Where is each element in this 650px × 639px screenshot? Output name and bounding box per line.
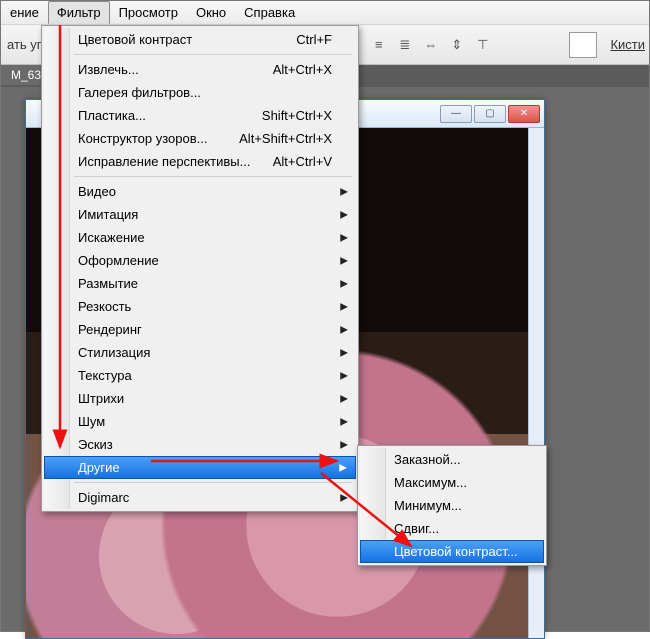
menu-item-label: Искажение [78, 230, 332, 245]
align-top-icon[interactable]: ⊤ [472, 34, 494, 56]
menu-item-shortcut: Alt+Ctrl+X [273, 62, 332, 77]
menu-item-label: Рендеринг [78, 322, 332, 337]
submenu-item-label: Максимум... [394, 475, 530, 490]
distribute-h-icon[interactable]: ⇔ [420, 34, 442, 56]
menu-item-label: Штрихи [78, 391, 332, 406]
menu-separator [74, 482, 352, 483]
menu-item-резкость[interactable]: Резкость ▶ [44, 295, 356, 318]
menu-item-label: Оформление [78, 253, 332, 268]
submenu-arrow-icon: ▶ [339, 462, 347, 473]
menu-item-эскиз[interactable]: Эскиз ▶ [44, 433, 356, 456]
toolbar-truncated-label: ать уп [7, 37, 44, 52]
submenu-item-label: Минимум... [394, 498, 530, 513]
submenu-arrow-icon: ▶ [340, 416, 348, 427]
menubar: ениеФильтрПросмотрОкноСправка [1, 1, 649, 25]
menu-item-искажение[interactable]: Искажение ▶ [44, 226, 356, 249]
distribute-v-icon[interactable]: ⇕ [446, 34, 468, 56]
submenu-item-максимум-[interactable]: Максимум... [360, 471, 544, 494]
menu-item-label: Эскиз [78, 437, 332, 452]
maximize-button[interactable]: ▢ [474, 105, 506, 123]
menu-item-label: Шум [78, 414, 332, 429]
submenu-arrow-icon: ▶ [340, 439, 348, 450]
submenu-arrow-icon: ▶ [340, 347, 348, 358]
menu-item-label: Резкость [78, 299, 332, 314]
menu-item-shortcut: Ctrl+F [296, 32, 332, 47]
menu-item-галерея-фильтров-[interactable]: Галерея фильтров... [44, 81, 356, 104]
submenu-item-цветовой-контраст-[interactable]: Цветовой контраст... [360, 540, 544, 563]
menu-ение[interactable]: ение [1, 1, 48, 24]
submenu-item-заказной-[interactable]: Заказной... [360, 448, 544, 471]
menu-item-цветовой-контраст[interactable]: Цветовой контраст Ctrl+F [44, 28, 356, 51]
menu-item-конструктор-узоров-[interactable]: Конструктор узоров... Alt+Shift+Ctrl+X [44, 127, 356, 150]
submenu-item-label: Заказной... [394, 452, 530, 467]
menu-item-label: Стилизация [78, 345, 332, 360]
submenu-arrow-icon: ▶ [340, 255, 348, 266]
menu-item-label: Извлечь... [78, 62, 253, 77]
menu-item-label: Конструктор узоров... [78, 131, 219, 146]
menu-item-исправление-перспективы-[interactable]: Исправление перспективы... Alt+Ctrl+V [44, 150, 356, 173]
menu-окно[interactable]: Окно [187, 1, 235, 24]
menu-фильтр[interactable]: Фильтр [48, 1, 110, 24]
minimize-button[interactable]: — [440, 105, 472, 123]
menu-item-рендеринг[interactable]: Рендеринг ▶ [44, 318, 356, 341]
menu-просмотр[interactable]: Просмотр [110, 1, 187, 24]
align-right-icon[interactable]: ≣ [394, 34, 416, 56]
submenu-arrow-icon: ▶ [340, 393, 348, 404]
submenu-arrow-icon: ▶ [340, 492, 348, 503]
menu-item-label: Пластика... [78, 108, 242, 123]
menu-item-shortcut: Alt+Shift+Ctrl+X [239, 131, 332, 146]
menu-item-label: Digimarc [78, 490, 332, 505]
menu-item-шум[interactable]: Шум ▶ [44, 410, 356, 433]
menu-item-текстура[interactable]: Текстура ▶ [44, 364, 356, 387]
menu-item-label: Видео [78, 184, 332, 199]
menu-item-видео[interactable]: Видео ▶ [44, 180, 356, 203]
menu-item-digimarc[interactable]: Digimarc ▶ [44, 486, 356, 509]
menu-item-label: Другие [78, 460, 332, 475]
menu-item-label: Текстура [78, 368, 332, 383]
menu-separator [74, 176, 352, 177]
submenu-item-label: Цветовой контраст... [394, 544, 530, 559]
other-submenu: Заказной... Максимум... Минимум... Сдвиг...… [357, 445, 547, 566]
menu-item-пластика-[interactable]: Пластика... Shift+Ctrl+X [44, 104, 356, 127]
filter-dropdown: Цветовой контраст Ctrl+F Извлечь... Alt+Ctr… [41, 25, 359, 512]
menu-item-shortcut: Shift+Ctrl+X [262, 108, 332, 123]
menu-item-label: Цветовой контраст [78, 32, 276, 47]
submenu-arrow-icon: ▶ [340, 232, 348, 243]
submenu-arrow-icon: ▶ [340, 370, 348, 381]
menu-item-shortcut: Alt+Ctrl+V [273, 154, 332, 169]
menu-item-другие[interactable]: Другие ▶ [44, 456, 356, 479]
submenu-item-сдвиг-[interactable]: Сдвиг... [360, 517, 544, 540]
menu-item-извлечь-[interactable]: Извлечь... Alt+Ctrl+X [44, 58, 356, 81]
align-center-icon[interactable]: ≡ [368, 34, 390, 56]
menu-item-имитация[interactable]: Имитация ▶ [44, 203, 356, 226]
submenu-arrow-icon: ▶ [340, 209, 348, 220]
menu-item-оформление[interactable]: Оформление ▶ [44, 249, 356, 272]
submenu-item-label: Сдвиг... [394, 521, 530, 536]
menu-item-label: Исправление перспективы... [78, 154, 253, 169]
menu-справка[interactable]: Справка [235, 1, 304, 24]
menu-item-размытие[interactable]: Размытие ▶ [44, 272, 356, 295]
submenu-arrow-icon: ▶ [340, 186, 348, 197]
menu-item-стилизация[interactable]: Стилизация ▶ [44, 341, 356, 364]
brushes-label[interactable]: Кисти [610, 37, 645, 52]
menu-item-label: Размытие [78, 276, 332, 291]
submenu-arrow-icon: ▶ [340, 301, 348, 312]
menu-separator [74, 54, 352, 55]
submenu-item-минимум-[interactable]: Минимум... [360, 494, 544, 517]
submenu-arrow-icon: ▶ [340, 324, 348, 335]
menu-item-label: Имитация [78, 207, 332, 222]
menu-item-штрихи[interactable]: Штрихи ▶ [44, 387, 356, 410]
menu-item-label: Галерея фильтров... [78, 85, 332, 100]
submenu-arrow-icon: ▶ [340, 278, 348, 289]
tool-preview-box[interactable] [569, 32, 597, 58]
close-button[interactable]: ✕ [508, 105, 540, 123]
